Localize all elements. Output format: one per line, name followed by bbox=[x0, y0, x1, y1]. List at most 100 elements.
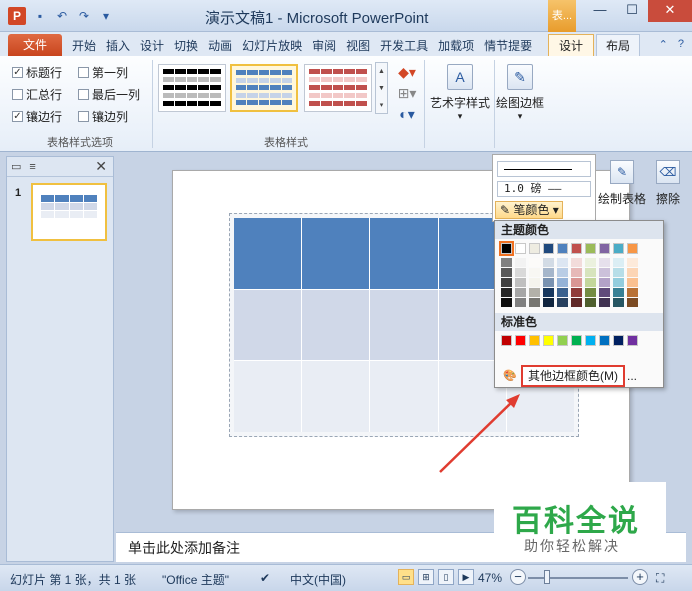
slide-sorter-icon[interactable]: ⊞ bbox=[418, 569, 434, 585]
zoom-out-icon[interactable]: − bbox=[510, 569, 526, 585]
theme-shade-swatch[interactable] bbox=[515, 268, 526, 277]
tab-addins[interactable]: 加载项 bbox=[438, 37, 474, 54]
theme-color-swatch[interactable] bbox=[599, 243, 610, 254]
checkbox-icon[interactable] bbox=[78, 67, 89, 78]
standard-color-swatch[interactable] bbox=[585, 335, 596, 346]
theme-color-swatch[interactable] bbox=[571, 243, 582, 254]
standard-color-swatch[interactable] bbox=[529, 335, 540, 346]
table-cell[interactable] bbox=[234, 218, 302, 289]
theme-shade-swatch[interactable] bbox=[613, 298, 624, 307]
theme-shade-swatch[interactable] bbox=[557, 258, 568, 267]
theme-shade-swatch[interactable] bbox=[599, 278, 610, 287]
theme-shade-swatch[interactable] bbox=[585, 288, 596, 297]
theme-shade-swatch[interactable] bbox=[627, 278, 638, 287]
slide-thumbnail[interactable] bbox=[31, 183, 107, 241]
table-cell[interactable] bbox=[370, 289, 438, 361]
theme-color-swatch[interactable] bbox=[585, 243, 596, 254]
theme-shade-swatch[interactable] bbox=[543, 268, 554, 277]
theme-shade-swatch[interactable] bbox=[557, 268, 568, 277]
tab-home[interactable]: 开始 bbox=[72, 37, 96, 54]
theme-shade-swatch[interactable] bbox=[501, 268, 512, 277]
theme-shade-swatch[interactable] bbox=[571, 288, 582, 297]
table-style-thumbnail-blue-selected[interactable] bbox=[230, 64, 298, 112]
theme-name[interactable]: "Office 主题" bbox=[162, 571, 229, 588]
theme-shade-swatch[interactable] bbox=[543, 288, 554, 297]
table-cell[interactable] bbox=[234, 361, 302, 432]
theme-shade-swatch[interactable] bbox=[613, 258, 624, 267]
theme-shade-swatch[interactable] bbox=[627, 258, 638, 267]
theme-color-swatch[interactable] bbox=[557, 243, 568, 254]
fit-to-window-icon[interactable]: ⛶ bbox=[656, 571, 664, 586]
tab-slideshow[interactable]: 幻灯片放映 bbox=[242, 37, 302, 54]
shading-button[interactable]: ◆▾ ⊞▾ ◐▾ bbox=[392, 64, 422, 123]
wordart-styles-button[interactable]: A 艺术字样式 ▾ bbox=[428, 64, 492, 122]
checkbox-checked-icon[interactable]: ✓ bbox=[12, 111, 23, 122]
theme-shade-swatch[interactable] bbox=[501, 298, 512, 307]
spellcheck-icon[interactable]: ✔ bbox=[260, 571, 270, 585]
theme-shade-swatch[interactable] bbox=[571, 298, 582, 307]
restore-button[interactable]: ☐ bbox=[616, 0, 648, 22]
theme-shade-swatch[interactable] bbox=[501, 288, 512, 297]
standard-color-swatch[interactable] bbox=[501, 335, 512, 346]
table-style-thumbnail-red[interactable] bbox=[304, 64, 372, 112]
undo-icon[interactable]: ↶ bbox=[54, 8, 70, 24]
theme-shade-swatch[interactable] bbox=[627, 298, 638, 307]
help-icon[interactable]: ? bbox=[678, 38, 684, 51]
theme-color-swatch[interactable] bbox=[543, 243, 554, 254]
tab-view[interactable]: 视图 bbox=[346, 37, 370, 54]
standard-color-swatch[interactable] bbox=[515, 335, 526, 346]
table-cell[interactable] bbox=[234, 289, 302, 361]
standard-color-swatch[interactable] bbox=[599, 335, 610, 346]
theme-shade-swatch[interactable] bbox=[599, 258, 610, 267]
theme-shade-swatch[interactable] bbox=[613, 268, 624, 277]
theme-shade-swatch[interactable] bbox=[501, 258, 512, 267]
theme-shade-swatch[interactable] bbox=[557, 288, 568, 297]
pen-color-button[interactable]: ✎ 笔颜色 ▾ bbox=[495, 201, 563, 219]
theme-color-swatch[interactable] bbox=[529, 243, 540, 254]
eraser-button[interactable]: ⌫ 擦除 bbox=[650, 160, 686, 207]
standard-color-swatch[interactable] bbox=[627, 335, 638, 346]
theme-shade-swatch[interactable] bbox=[599, 288, 610, 297]
tab-transitions[interactable]: 切换 bbox=[174, 37, 198, 54]
tab-insert[interactable]: 插入 bbox=[106, 37, 130, 54]
theme-shade-swatch[interactable] bbox=[529, 298, 540, 307]
theme-shade-swatch[interactable] bbox=[529, 288, 540, 297]
pen-weight-dropdown[interactable]: 1.0 磅 —— bbox=[497, 181, 591, 197]
language[interactable]: 中文(中国) bbox=[290, 571, 346, 588]
draw-borders-button[interactable]: ✎ 绘图边框 ▾ bbox=[494, 64, 546, 122]
option-banded-columns[interactable]: 镶边列 bbox=[78, 108, 128, 125]
theme-shade-swatch[interactable] bbox=[557, 278, 568, 287]
option-header-row[interactable]: ✓ 标题行 bbox=[12, 64, 62, 81]
option-last-column[interactable]: 最后一列 bbox=[78, 86, 140, 103]
theme-shade-swatch[interactable] bbox=[515, 288, 526, 297]
styles-gallery-scroll[interactable]: ▲ ▼ ▾ bbox=[375, 62, 388, 114]
checkbox-icon[interactable] bbox=[78, 111, 89, 122]
slideshow-view-icon[interactable]: ▶ bbox=[458, 569, 474, 585]
tab-file[interactable]: 文件 bbox=[8, 34, 62, 56]
theme-shade-swatch[interactable] bbox=[543, 278, 554, 287]
zoom-slider-thumb[interactable] bbox=[544, 570, 550, 584]
standard-color-swatch[interactable] bbox=[613, 335, 624, 346]
tab-animations[interactable]: 动画 bbox=[208, 37, 232, 54]
tab-design[interactable]: 设计 bbox=[140, 37, 164, 54]
theme-color-swatch[interactable] bbox=[613, 243, 624, 254]
theme-shade-swatch[interactable] bbox=[599, 268, 610, 277]
theme-shade-swatch[interactable] bbox=[557, 298, 568, 307]
pen-style-dropdown[interactable] bbox=[497, 161, 591, 177]
redo-icon[interactable]: ↷ bbox=[76, 8, 92, 24]
standard-color-swatch[interactable] bbox=[571, 335, 582, 346]
close-pane-icon[interactable]: ✕ bbox=[95, 158, 107, 175]
option-total-row[interactable]: 汇总行 bbox=[12, 86, 62, 103]
theme-shade-swatch[interactable] bbox=[515, 298, 526, 307]
table-cell[interactable] bbox=[302, 289, 370, 361]
theme-shade-swatch[interactable] bbox=[501, 278, 512, 287]
theme-shade-swatch[interactable] bbox=[585, 278, 596, 287]
more-border-colors-button[interactable]: 其他边框颜色(M) bbox=[521, 365, 625, 387]
checkbox-icon[interactable] bbox=[12, 89, 23, 100]
theme-shade-swatch[interactable] bbox=[543, 298, 554, 307]
theme-shade-swatch[interactable] bbox=[529, 258, 540, 267]
minimize-ribbon-icon[interactable]: ⌃ bbox=[659, 38, 668, 51]
theme-color-swatch[interactable] bbox=[515, 243, 526, 254]
table-cell[interactable] bbox=[370, 361, 438, 432]
draw-table-button[interactable]: ✎ 绘制表格 bbox=[596, 160, 648, 207]
